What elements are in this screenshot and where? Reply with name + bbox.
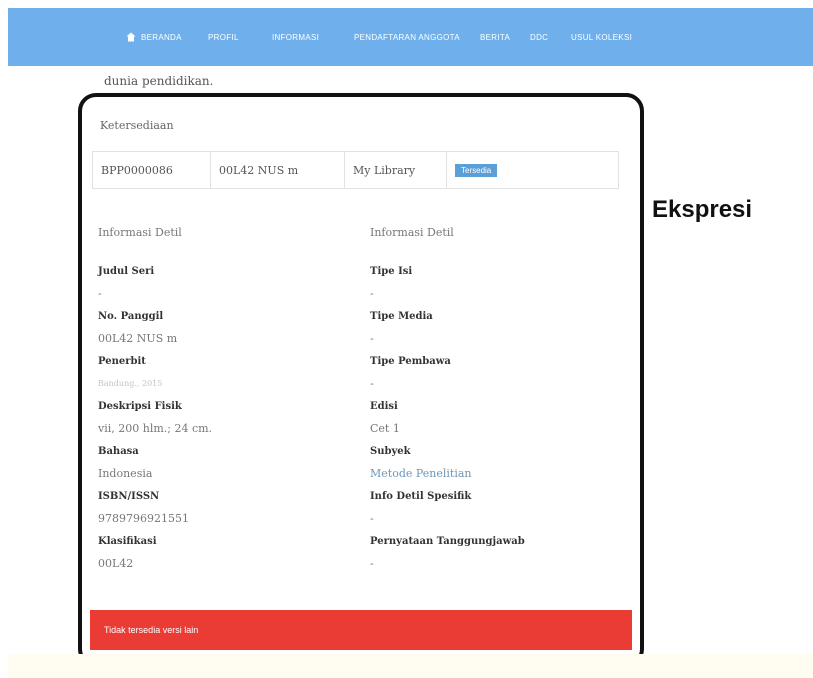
status-cell: Tersedia — [447, 152, 618, 188]
field-label-subyek: Subyek — [370, 446, 411, 457]
availability-heading: Ketersediaan — [100, 119, 174, 132]
bottom-strip — [8, 654, 813, 678]
subject-link[interactable]: Metode Penelitian — [370, 467, 610, 490]
field-value-deskripsi-fisik: vii, 200 hlm.; 24 cm. — [98, 422, 213, 435]
field-label-tipe-pembawa: Tipe Pembawa — [370, 356, 451, 367]
field-label-info-detil-spesifik: Info Detil Spesifik — [370, 491, 472, 502]
item-code-cell: BPP0000086 — [93, 152, 211, 188]
call-number-cell: 00L42 NUS m — [211, 152, 345, 188]
field-value-penerbit: Bandung., 2015 — [98, 379, 163, 388]
field-value-klasifikasi: 00L42 — [98, 557, 134, 570]
field-value-no-panggil: 00L42 NUS m — [98, 332, 178, 345]
field-value-tipe-pembawa: - — [370, 377, 374, 390]
nav-item-profil[interactable]: PROFIL — [208, 8, 239, 66]
nav-item-ddc[interactable]: DDC — [530, 8, 548, 66]
nav-item-beranda[interactable]: BERANDA — [126, 8, 182, 66]
home-icon — [126, 32, 136, 42]
field-label-tipe-isi: Tipe Isi — [370, 266, 413, 277]
detail-heading-left: Informasi Detil — [98, 226, 182, 239]
field-label-tipe-media: Tipe Media — [370, 311, 433, 322]
field-value-isbn-issn: 9789796921551 — [98, 512, 189, 525]
field-value-tipe-media: - — [370, 332, 374, 345]
detail-card: Ketersediaan BPP0000086 00L42 NUS m My L… — [78, 93, 644, 667]
field-label-pernyataan-tanggungjawab: Pernyataan Tanggungjawab — [370, 536, 525, 547]
top-navbar: BERANDA PROFIL INFORMASI PENDAFTARAN ANG… — [8, 8, 813, 66]
field-label-judul-seri: Judul Seri — [98, 266, 155, 277]
field-value-bahasa: Indonesia — [98, 467, 153, 480]
field-value-info-detil-spesifik: - — [370, 512, 374, 525]
detail-heading-right: Informasi Detil — [370, 226, 454, 239]
intro-text: dunia pendidikan. — [104, 74, 214, 88]
status-badge: Tersedia — [455, 163, 498, 177]
location-cell: My Library — [345, 152, 447, 188]
field-label-deskripsi-fisik: Deskripsi Fisik — [98, 401, 182, 412]
field-label-edisi: Edisi — [370, 401, 398, 412]
field-label-penerbit: Penerbit — [98, 356, 146, 367]
field-value-pernyataan-tanggungjawab: - — [370, 557, 374, 570]
field-label-isbn-issn: ISBN/ISSN — [98, 491, 160, 502]
alert-text: Tidak tersedia versi lain — [104, 625, 199, 635]
nav-item-usul-koleksi[interactable]: USUL KOLEKSI — [571, 8, 632, 66]
field-label-bahasa: Bahasa — [98, 446, 139, 457]
availability-table: BPP0000086 00L42 NUS m My Library Tersed… — [92, 151, 619, 189]
field-value-edisi: Cet 1 — [370, 422, 400, 435]
field-label-klasifikasi: Klasifikasi — [98, 536, 157, 547]
field-value-tipe-isi: - — [370, 287, 374, 300]
side-label: Ekspresi — [652, 196, 753, 223]
nav-label-beranda: BERANDA — [141, 32, 182, 42]
no-other-version-alert: Tidak tersedia versi lain — [90, 610, 632, 650]
field-value-judul-seri: - — [98, 287, 102, 300]
nav-item-pendaftaran-anggota[interactable]: PENDAFTARAN ANGGOTA — [354, 8, 460, 66]
detail-column-right: Informasi Detil Tipe Isi - Tipe Media - … — [370, 225, 610, 580]
detail-column-left: Informasi Detil Judul Seri - No. Panggil… — [98, 225, 338, 580]
field-label-no-panggil: No. Panggil — [98, 311, 164, 322]
nav-item-informasi[interactable]: INFORMASI — [272, 8, 319, 66]
nav-item-berita[interactable]: BERITA — [480, 8, 510, 66]
